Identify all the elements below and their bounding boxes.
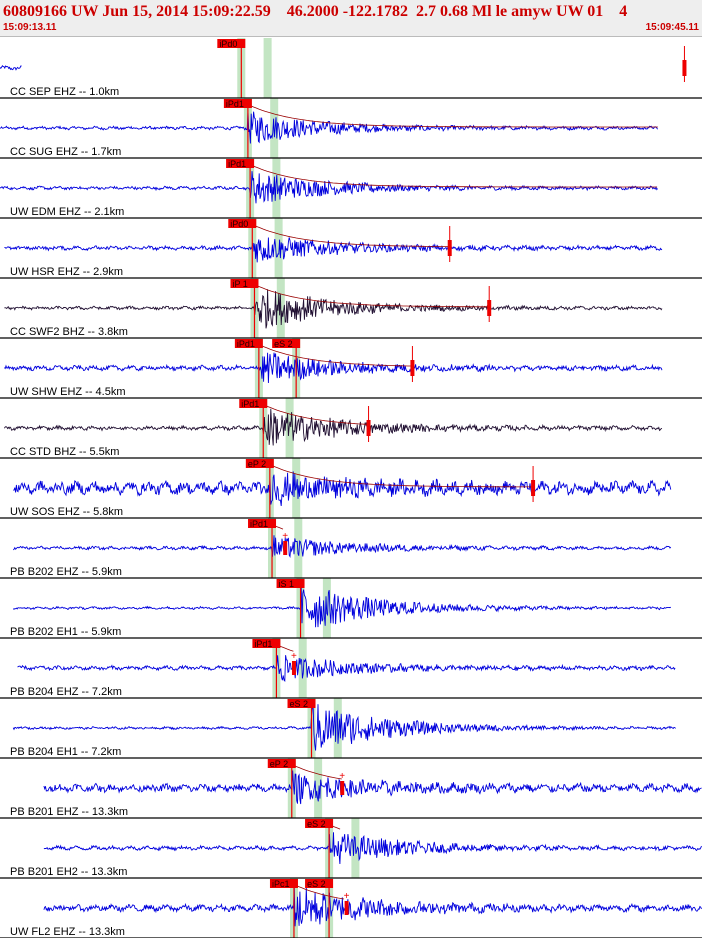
- station-label: CC SEP EHZ -- 1.0km: [10, 86, 119, 98]
- phase-pick-label: eS 2: [307, 819, 326, 829]
- trace-row[interactable]: eS 2 PB B204 EH1 -- 7.2km: [0, 699, 702, 759]
- window-start-time: 15:09:13.11: [3, 22, 57, 33]
- trace-row[interactable]: eS 2 PB B201 EH2 -- 13.3km: [0, 819, 702, 879]
- station-label: PB B204 EH1 -- 7.2km: [10, 746, 121, 758]
- amplitude-marker[interactable]: [340, 781, 345, 795]
- station-label: UW HSR EHZ -- 2.9km: [10, 266, 123, 278]
- amplitude-marker[interactable]: [344, 901, 349, 915]
- waveform: [4, 237, 663, 263]
- waveform: [12, 584, 672, 628]
- trace-row[interactable]: iP 1 CC SWF2 BHZ -- 3.8km: [0, 279, 702, 339]
- trace-row[interactable]: iPd1 CC SUG EHZ -- 1.7km: [0, 99, 702, 159]
- waveform: [43, 887, 702, 927]
- waveform: [17, 655, 676, 683]
- phase-pick-label: iS 1: [279, 579, 295, 589]
- amplitude-marker[interactable]: [291, 661, 296, 675]
- coda-envelope: [271, 465, 533, 488]
- trace-row[interactable]: iS 1 PB B202 EH1 -- 5.9km: [0, 579, 702, 639]
- station-label: PB B201 EH2 -- 13.3km: [10, 866, 127, 878]
- waveform: [12, 704, 676, 751]
- amplitude-marker[interactable]: [283, 541, 288, 555]
- phase-pick-label: eP 2: [270, 759, 288, 769]
- trace-row[interactable]: iPd1 eS 2 UW SHW EHZ -- 4.5km: [0, 339, 702, 399]
- trace-row[interactable]: eP 2 UW SOS EHZ -- 5.8km: [0, 459, 702, 519]
- plus-marker: +: [344, 891, 350, 902]
- trace-row[interactable]: iPd1 UW EDM EHZ -- 2.1km: [0, 159, 702, 219]
- station-label: UW SHW EHZ -- 4.5km: [10, 386, 126, 398]
- phase-pick-label: eS 2: [307, 879, 326, 889]
- station-label: CC SUG EHZ -- 1.7km: [10, 146, 121, 158]
- phase-pick-label: eP 2: [248, 459, 266, 469]
- trace-row[interactable]: iPd0 UW HSR EHZ -- 2.9km: [0, 219, 702, 279]
- station-label: PB B202 EHZ -- 5.9km: [10, 566, 122, 578]
- event-title: 60809166 UW Jun 15, 2014 15:09:22.59 46.…: [3, 3, 628, 20]
- phase-pick-label: eS 2: [274, 339, 293, 349]
- trace-row[interactable]: iPd1 + PB B202 EHZ -- 5.9km: [0, 519, 702, 579]
- waveform: [13, 471, 672, 507]
- waveform: [4, 352, 663, 384]
- plus-marker: +: [282, 531, 288, 542]
- waveform: [0, 65, 22, 71]
- waveform: [12, 535, 672, 558]
- station-label: CC STD BHZ -- 5.5km: [10, 446, 119, 458]
- phase-pick-label: iPd1: [226, 99, 244, 109]
- station-label: CC SWF2 BHZ -- 3.8km: [10, 326, 128, 338]
- plus-marker: +: [339, 771, 345, 782]
- station-label: UW EDM EHZ -- 2.1km: [10, 206, 124, 218]
- station-label: PB B201 EHZ -- 13.3km: [10, 806, 128, 818]
- trace-row[interactable]: iPd1 + PB B204 EHZ -- 7.2km: [0, 639, 702, 699]
- coda-envelope: [256, 285, 488, 308]
- plus-marker: +: [291, 651, 297, 662]
- station-label: UW FL2 EHZ -- 13.3km: [10, 926, 125, 938]
- window-end-time: 15:09:45.11: [645, 22, 699, 33]
- phase-pick-label: iPd0: [230, 219, 248, 229]
- trace-row[interactable]: eP 2 + PB B201 EHZ -- 13.3km: [0, 759, 702, 819]
- phase-pick-label: iPd1: [250, 519, 268, 529]
- station-label: PB B202 EH1 -- 5.9km: [10, 626, 121, 638]
- phase-pick-label: iPd0: [219, 39, 237, 49]
- waveform: [4, 289, 663, 329]
- waveform: [43, 770, 702, 805]
- waveform: [4, 408, 663, 446]
- trace-row[interactable]: iPc1 eS 2 + UW FL2 EHZ -- 13.3km: [0, 879, 702, 938]
- phase-pick-label: iPc1: [272, 879, 290, 889]
- phase-pick-label: eS 2: [290, 699, 309, 709]
- trace-row[interactable]: iPd0 CC SEP EHZ -- 1.0km: [0, 39, 702, 99]
- coda-envelope: [251, 165, 658, 188]
- phase-pick-label: iPd1: [237, 339, 255, 349]
- waveform: [43, 832, 702, 865]
- trace-row[interactable]: iPd1 CC STD BHZ -- 5.5km: [0, 399, 702, 459]
- phase-pick-label: iPd1: [228, 159, 246, 169]
- phase-pick-label: iP 1: [232, 279, 247, 289]
- station-label: UW SOS EHZ -- 5.8km: [10, 506, 123, 518]
- seismogram-panel[interactable]: iPd0 CC SEP EHZ -- 1.0km iPd1 CC SUG EHZ --…: [0, 38, 702, 938]
- station-label: PB B204 EHZ -- 7.2km: [10, 686, 122, 698]
- coda-envelope: [254, 225, 450, 247]
- coda-envelope: [249, 105, 658, 128]
- plot-header: 60809166 UW Jun 15, 2014 15:09:22.59 46.…: [0, 0, 702, 37]
- phase-pick-label: iPd1: [241, 399, 259, 409]
- phase-pick-label: iPd1: [254, 639, 272, 649]
